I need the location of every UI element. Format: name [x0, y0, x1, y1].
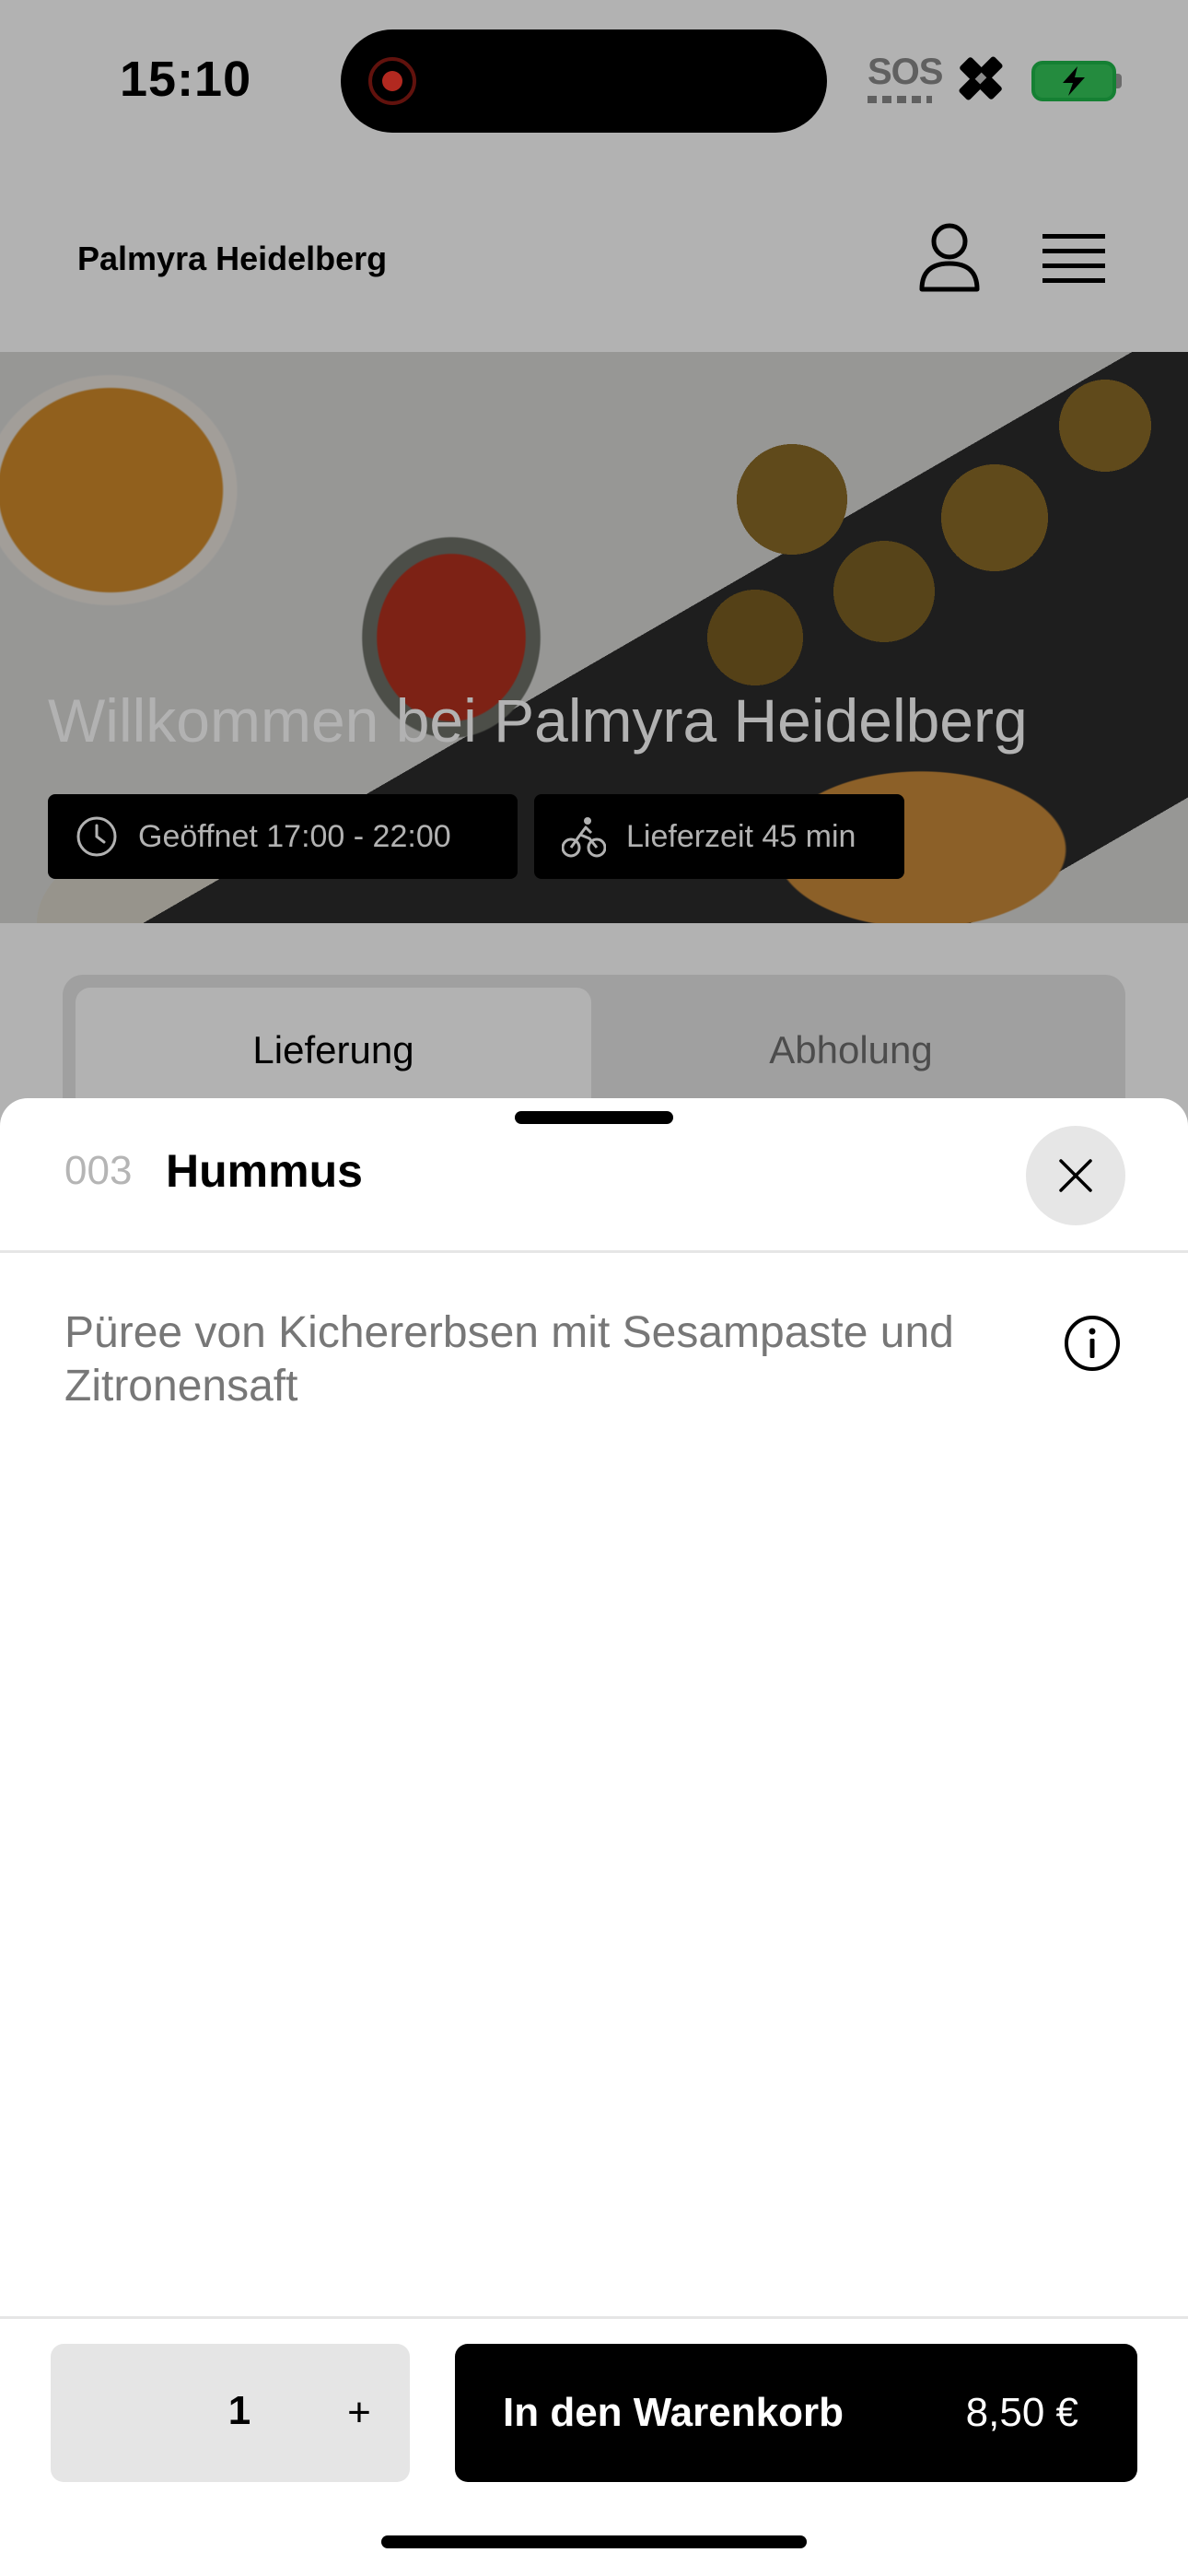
- cyclist-icon: [562, 817, 606, 858]
- add-to-cart-button[interactable]: In den Warenkorb 8,50 €: [455, 2344, 1137, 2482]
- user-icon[interactable]: [916, 221, 983, 293]
- battery-charging-icon: [1031, 61, 1116, 101]
- opening-hours-text: Geöffnet 17:00 - 22:00: [138, 818, 451, 854]
- status-bar: 15:10 SOS: [0, 0, 1188, 157]
- item-number: 003: [64, 1148, 133, 1193]
- home-indicator[interactable]: [381, 2535, 807, 2548]
- quantity-stepper: 1 +: [51, 2344, 410, 2482]
- item-name: Hummus: [166, 1145, 363, 1197]
- satellite-icon: [959, 56, 1003, 100]
- battery-cap: [1116, 74, 1122, 88]
- info-icon[interactable]: [1063, 1314, 1122, 1373]
- sos-signal-dots: [868, 96, 932, 103]
- opening-hours-badge: Geöffnet 17:00 - 22:00: [48, 794, 518, 879]
- close-button[interactable]: [1026, 1126, 1125, 1225]
- item-detail-sheet: 003 Hummus Püree von Kichererbsen mit Se…: [0, 1098, 1188, 2576]
- item-description: Püree von Kichererbsen mit Sesampaste un…: [64, 1308, 954, 1411]
- restaurant-page: 15:10 SOS Palmyra Heidelberg Willkommen …: [0, 0, 1188, 1152]
- clock-icon: [76, 816, 117, 857]
- quantity-increase-button[interactable]: +: [327, 2381, 391, 2445]
- footer-divider: [0, 2316, 1188, 2319]
- status-time: 15:10: [120, 52, 252, 107]
- hero-title: Willkommen bei Palmyra Heidelberg: [48, 686, 1028, 755]
- sheet-header-divider: [0, 1250, 1188, 1253]
- sheet-grabber[interactable]: [515, 1111, 673, 1124]
- screen-recording-icon: [368, 57, 416, 105]
- sos-indicator: SOS: [868, 52, 943, 92]
- hero-banner: Willkommen bei Palmyra Heidelberg Geöffn…: [0, 352, 1188, 923]
- delivery-time-badge: Lieferzeit 45 min: [534, 794, 904, 879]
- delivery-time-text: Lieferzeit 45 min: [626, 818, 856, 854]
- add-to-cart-label: In den Warenkorb: [503, 2390, 844, 2435]
- hamburger-menu-icon[interactable]: [1042, 230, 1105, 286]
- quantity-value: 1: [227, 2388, 251, 2433]
- dynamic-island: [341, 29, 827, 133]
- close-icon: [1059, 1159, 1092, 1192]
- app-header: Palmyra Heidelberg: [0, 157, 1188, 352]
- item-price: 8,50 €: [965, 2390, 1078, 2435]
- brand-name[interactable]: Palmyra Heidelberg: [77, 240, 387, 278]
